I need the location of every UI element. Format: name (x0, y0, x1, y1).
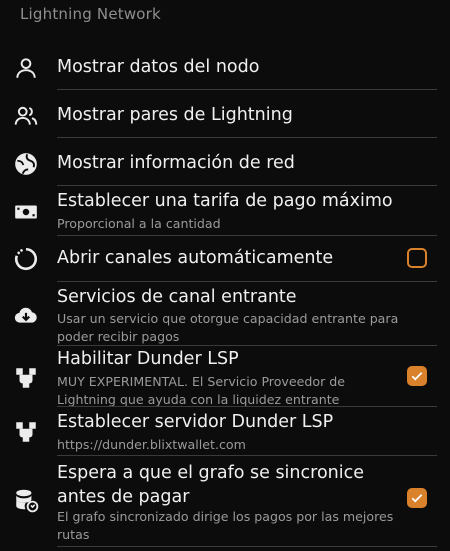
cloud-download-icon (12, 301, 40, 329)
setting-title: Espera a que el grafo se sincronice ante… (57, 463, 364, 507)
enable-dunder-lsp-checkbox[interactable] (407, 366, 427, 386)
setting-subtitle: Proporcional a la cantidad (57, 216, 221, 231)
network-globe-icon (12, 150, 40, 178)
auto-open-channels-checkbox[interactable] (407, 248, 427, 268)
setting-subtitle: Usar un servicio que otorgue capacidad e… (57, 311, 399, 344)
dunder-icon (12, 364, 40, 392)
setting-title: Establecer una tarifa de pago máximo (57, 191, 393, 211)
divider (57, 455, 437, 456)
divider (57, 137, 437, 138)
divider (57, 281, 437, 282)
checkmark-icon (411, 372, 423, 381)
cash-icon (12, 198, 40, 226)
setting-subtitle: https://dunder.blixtwallet.com (57, 437, 246, 452)
section-title: Lightning Network (20, 5, 161, 23)
people-icon (12, 102, 40, 130)
setting-title: Mostrar pares de Lightning (57, 105, 293, 125)
setting-show-network-info[interactable]: Mostrar información de red (0, 146, 450, 186)
person-icon (12, 54, 40, 82)
setting-dunder-lsp-server[interactable]: Establecer servidor Dunder LSP https://d… (0, 408, 450, 454)
setting-title: Abrir canales automáticamente (57, 248, 334, 268)
circle-progress-icon (12, 245, 40, 273)
setting-subtitle: El grafo sincronizado dirige los pagos p… (57, 509, 394, 542)
setting-show-node-data[interactable]: Mostrar datos del nodo (0, 50, 450, 90)
divider (57, 185, 437, 186)
setting-auto-open-channels[interactable]: Abrir canales automáticamente (0, 240, 450, 280)
setting-show-lightning-peers[interactable]: Mostrar pares de Lightning (0, 98, 450, 138)
dunder-icon (12, 418, 40, 446)
setting-wait-graph-sync[interactable]: Espera a que el grafo se sincronice ante… (0, 458, 450, 546)
setting-title: Mostrar información de red (57, 153, 295, 173)
setting-subtitle: MUY EXPERIMENTAL. El Servicio Proveedor … (57, 374, 345, 407)
checkmark-icon (411, 494, 423, 503)
divider (57, 546, 437, 547)
divider (57, 235, 437, 236)
setting-max-payment-fee[interactable]: Establecer una tarifa de pago máximo Pro… (0, 188, 450, 234)
setting-enable-dunder-lsp[interactable]: Habilitar Dunder LSP MUY EXPERIMENTAL. E… (0, 346, 450, 407)
setting-title: Habilitar Dunder LSP (57, 349, 239, 369)
setting-title: Establecer servidor Dunder LSP (57, 412, 334, 432)
divider (57, 406, 437, 407)
divider (57, 89, 437, 90)
wait-graph-sync-checkbox[interactable] (407, 488, 427, 508)
setting-title: Servicios de canal entrante (57, 287, 297, 307)
setting-title: Mostrar datos del nodo (57, 57, 260, 77)
setting-inbound-channel-services[interactable]: Servicios de canal entrante Usar un serv… (0, 284, 450, 346)
database-sync-icon (12, 486, 40, 514)
